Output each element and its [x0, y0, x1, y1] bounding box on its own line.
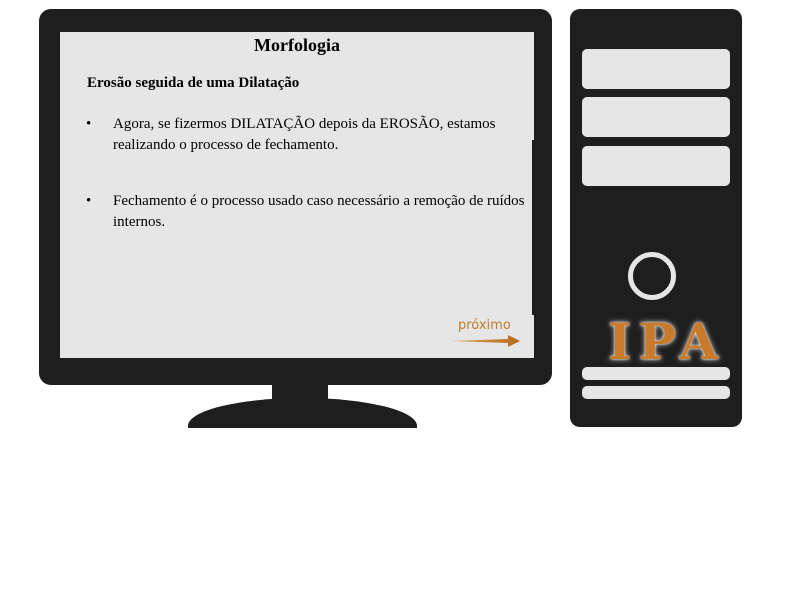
screen-edge-line	[532, 140, 534, 315]
pc-tower: IPA	[570, 9, 742, 427]
slide-title: Morfologia	[254, 35, 340, 55]
monitor-stand	[188, 398, 417, 428]
next-button[interactable]: próximo	[450, 318, 522, 348]
ipa-logo: IPA	[608, 312, 726, 371]
drive-bay	[582, 97, 730, 137]
next-button-label: próximo	[458, 318, 511, 333]
slide-subtitle: Erosão seguida de uma Dilatação	[87, 75, 300, 91]
slide-screen: Morfologia Erosão seguida de uma Dilataç…	[60, 32, 534, 358]
bullet-item: • Fechamento é o processo usado caso nec…	[86, 191, 525, 233]
power-ring-icon[interactable]	[628, 252, 676, 300]
bullet-marker: •	[86, 116, 92, 132]
arrow-right-icon	[450, 335, 520, 347]
vent-slot	[582, 367, 730, 380]
bullet-marker: •	[86, 193, 92, 209]
drive-bay	[582, 49, 730, 89]
drive-bay	[582, 146, 730, 186]
bullet-text: Agora, se fizermos DILATAÇÃO depois da E…	[113, 116, 496, 153]
bullet-text: Fechamento é o processo usado caso neces…	[113, 193, 525, 230]
bullet-item: • Agora, se fizermos DILATAÇÃO depois da…	[86, 114, 525, 156]
vent-slot	[582, 386, 730, 399]
